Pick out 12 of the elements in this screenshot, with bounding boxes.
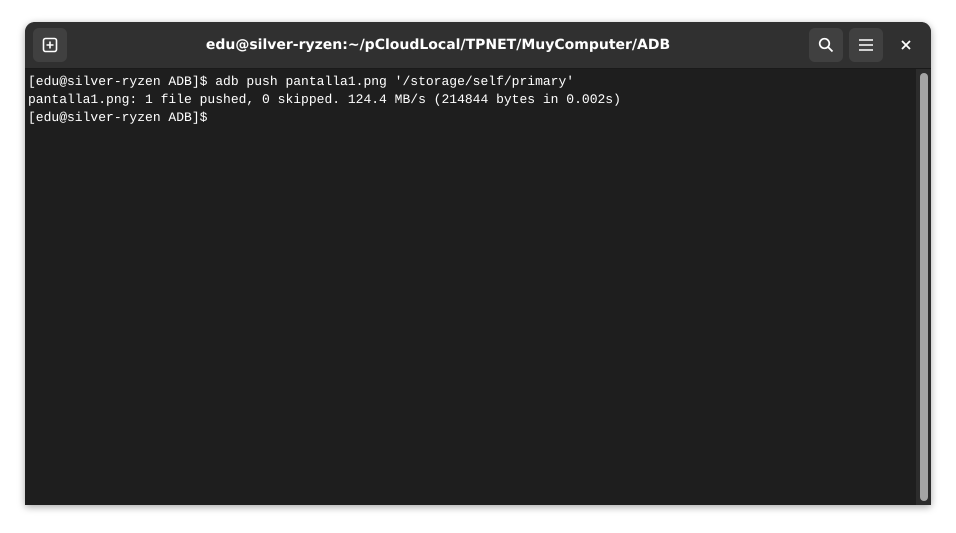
menu-button[interactable] (849, 28, 883, 62)
search-button[interactable] (809, 28, 843, 62)
search-icon (818, 37, 834, 53)
new-tab-button[interactable] (33, 28, 67, 62)
terminal-line: [edu@silver-ryzen ADB]$ adb push pantalla1.png '/storage/self/primary' (28, 74, 574, 89)
window-title: edu@silver-ryzen:~/pCloudLocal/TPNET/MuyComputer/ADB (204, 37, 672, 53)
close-icon (901, 40, 911, 50)
terminal-line: [edu@silver-ryzen ADB]$ (28, 110, 208, 125)
terminal-line: pantalla1.png: 1 file pushed, 0 skipped. 124.4 MB/s (214844 bytes in 0.002s) (28, 92, 621, 107)
scrollbar-thumb[interactable] (920, 73, 928, 501)
plus-icon (42, 37, 58, 53)
menu-icon (858, 38, 874, 52)
